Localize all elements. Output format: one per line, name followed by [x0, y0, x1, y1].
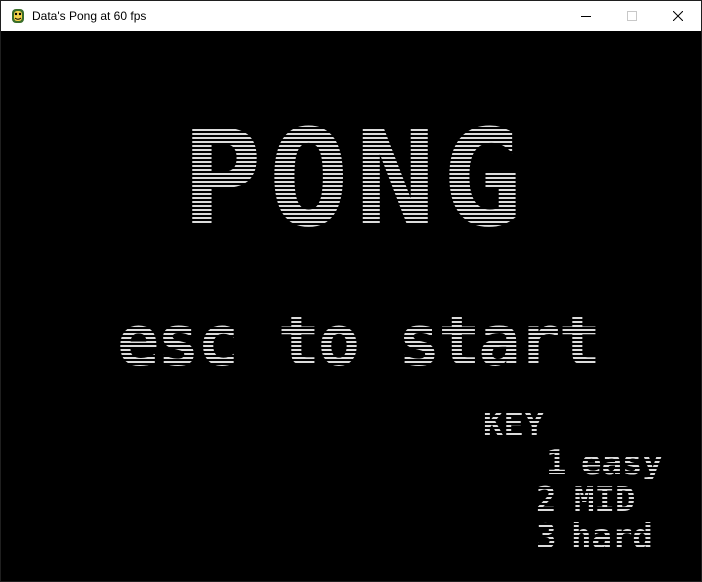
pong-window: Data's Pong at 60 fps PONG esc to start … [0, 0, 702, 582]
key-label: MID [574, 480, 635, 520]
key-heading: KEY [483, 405, 545, 445]
title-bar[interactable]: Data's Pong at 60 fps [1, 1, 701, 31]
maximize-button[interactable] [609, 1, 655, 31]
key-row-mid: 2 MID [536, 480, 635, 520]
game-title: PONG [182, 101, 529, 257]
minimize-button[interactable] [563, 1, 609, 31]
close-icon [673, 11, 683, 21]
key-number: 2 [536, 480, 556, 520]
python-snake-icon [12, 9, 24, 23]
key-label: hard [571, 517, 653, 557]
maximize-icon [627, 11, 637, 21]
start-prompt: esc to start [117, 300, 599, 382]
key-row-easy: 1 easy [546, 443, 663, 483]
close-button[interactable] [655, 1, 701, 31]
game-canvas[interactable]: PONG esc to start KEY 1 easy 2 MID 3 har… [1, 31, 701, 581]
key-number: 1 [546, 443, 566, 483]
key-row-hard: 3 hard [536, 517, 653, 557]
minimize-icon [581, 16, 591, 17]
key-label: easy [581, 443, 663, 483]
game-screen: PONG esc to start KEY 1 easy 2 MID 3 har… [117, 101, 663, 557]
key-number: 3 [536, 517, 556, 557]
window-title: Data's Pong at 60 fps [32, 9, 147, 23]
